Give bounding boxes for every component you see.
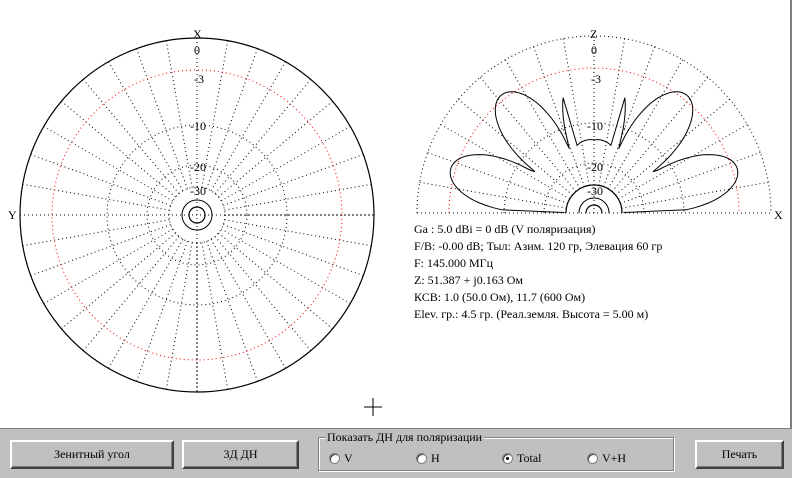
frequency-text: F: 145.000 МГц bbox=[414, 256, 494, 270]
az-ring-label-0: 0 bbox=[194, 43, 200, 57]
pattern-3d-button[interactable]: 3Д ДН bbox=[182, 440, 299, 469]
radio-h[interactable]: H bbox=[416, 451, 440, 465]
elevation-plot: Z X 0 -3 -10 -20 -30 bbox=[416, 27, 783, 222]
radio-total-dot[interactable] bbox=[502, 452, 513, 464]
pattern-plot-area: X Y 0 -3 -10 -20 -30 Z X 0 -3 -10 -20 -3… bbox=[0, 0, 792, 429]
azimuth-left-axis-label: Y bbox=[8, 208, 17, 222]
radio-v-plus-h-dot[interactable] bbox=[587, 452, 598, 464]
radio-total[interactable]: Total bbox=[502, 451, 542, 465]
gain-text: Ga : 5.0 dBi = 0 dB (V поляризация) bbox=[414, 222, 596, 236]
elevation-top-axis-label: Z bbox=[590, 27, 597, 41]
radio-h-label: H bbox=[431, 451, 440, 465]
polarization-group: Показать ДН для поляризации V H Total V+… bbox=[318, 430, 674, 471]
radio-v[interactable]: V bbox=[329, 451, 353, 465]
crosshair-icon bbox=[364, 398, 382, 416]
az-ring-label-20: -20 bbox=[190, 160, 206, 174]
pattern-canvas: X Y 0 -3 -10 -20 -30 Z X 0 -3 -10 -20 -3… bbox=[8, 27, 783, 416]
az-ring-label-3: -3 bbox=[194, 72, 204, 86]
el-ring-label-10: -10 bbox=[587, 119, 603, 133]
polarization-legend: Показать ДН для поляризации bbox=[325, 430, 485, 444]
radio-v-plus-h[interactable]: V+H bbox=[587, 451, 626, 465]
impedance-text: Z: 51.387 + j0.163 Ом bbox=[414, 273, 524, 287]
az-ring-label-30: -30 bbox=[190, 184, 206, 198]
azimuth-plot: X Y 0 -3 -10 -20 -30 bbox=[8, 27, 375, 393]
radio-v-dot[interactable] bbox=[329, 452, 340, 464]
pattern-info-block: Ga : 5.0 dBi = 0 dB (V поляризация) F/B:… bbox=[414, 221, 662, 323]
elevation-angle-text: Elev. гр.: 4.5 гр. (Реал.земля. Высота =… bbox=[414, 307, 649, 321]
zenith-angle-button[interactable]: Зенитный угол bbox=[10, 440, 174, 469]
radio-h-dot[interactable] bbox=[416, 452, 427, 464]
front-back-text: F/B: -0.00 dB; Тыл: Азим. 120 гр, Элевац… bbox=[414, 239, 663, 253]
el-ring-label-20: -20 bbox=[587, 160, 603, 174]
el-ring-label-30: -30 bbox=[587, 184, 603, 198]
el-ring-label-0: 0 bbox=[591, 43, 597, 57]
print-button[interactable]: Печать bbox=[695, 440, 784, 469]
radio-total-label: Total bbox=[517, 451, 542, 465]
swr-text: КСВ: 1.0 (50.0 Ом), 11.7 (600 Ом) bbox=[414, 290, 586, 304]
radio-v-plus-h-label: V+H bbox=[602, 451, 627, 465]
elevation-right-axis-label: X bbox=[774, 208, 783, 222]
az-ring-label-10: -10 bbox=[190, 119, 206, 133]
azimuth-top-axis-label: X bbox=[193, 27, 202, 41]
el-ring-label-3: -3 bbox=[591, 72, 601, 86]
radio-v-label: V bbox=[344, 451, 353, 465]
